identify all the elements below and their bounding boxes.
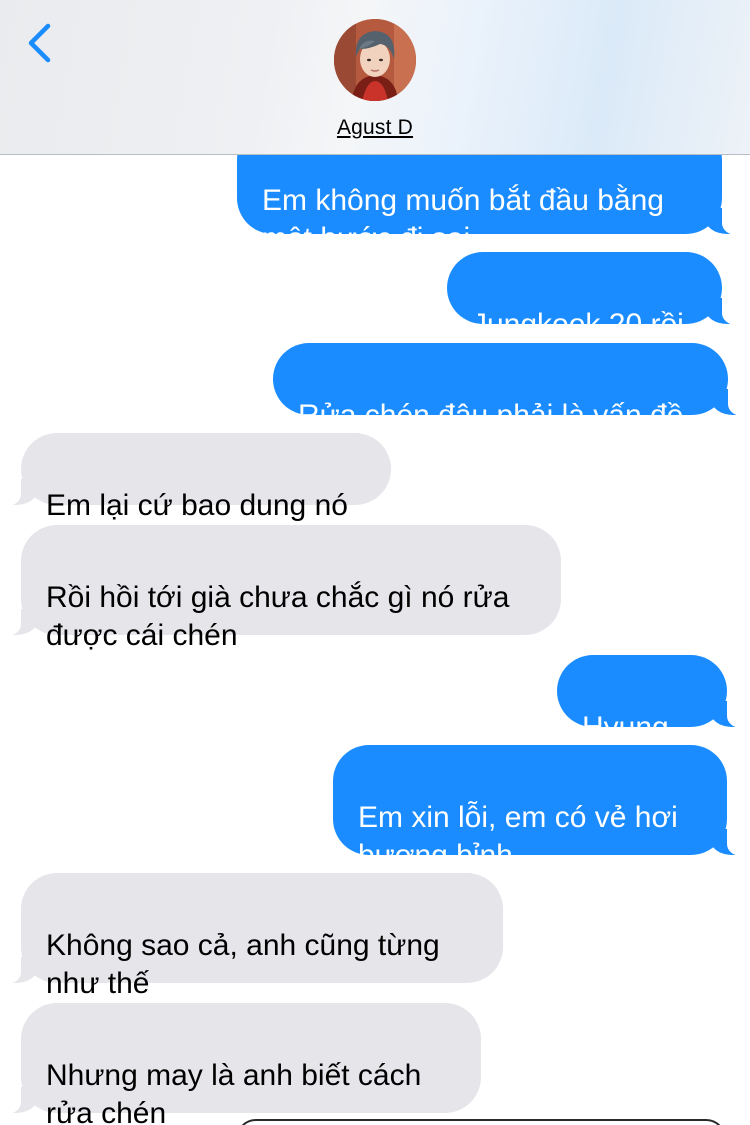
message-text: Jungkook 20 rồi — [472, 308, 684, 341]
message-bubble-outgoing[interactable]: Jungkook 20 rồi — [447, 252, 748, 341]
message-bubble-outgoing[interactable]: Em xin lỗi, em có vẻ hơi bương bỉnh — [333, 745, 750, 872]
contact-avatar-photo — [334, 19, 416, 101]
message-bubble-incoming[interactable]: Nhưng may là anh biết cách rửa chén — [0, 1003, 481, 1125]
message-text: Hyung... — [582, 711, 694, 744]
chevron-left-icon — [28, 23, 51, 63]
back-button[interactable] — [18, 18, 68, 74]
message-bubble-incoming[interactable]: Rồi hồi tới già chưa chắc gì nó rửa được… — [0, 525, 561, 652]
message-text: Em xin lỗi, em có vẻ hơi bương bỉnh — [358, 801, 678, 872]
message-text: Em không muốn bắt đầu bằng một bước đi s… — [262, 184, 664, 255]
message-list[interactable]: Em không muốn bắt đầu bằng một bước đi s… — [0, 0, 750, 1125]
message-text: Rồi hồi tới già chưa chắc gì nó rửa được… — [46, 581, 510, 652]
message-bubble-incoming[interactable]: Em lại cứ bao dung nó — [0, 433, 391, 522]
message-bubble-outgoing[interactable]: Rửa chén đâu phải là vấn đề — [273, 343, 750, 432]
message-text: Nhưng may là anh biết cách rửa chén — [46, 1059, 422, 1125]
message-bubble-incoming[interactable]: Không sao cả, anh cũng từng như thế — [0, 873, 503, 1000]
message-bubble-outgoing[interactable]: Hyung... — [557, 655, 750, 744]
contact-name[interactable]: Agust D — [0, 116, 750, 140]
message-input-edge[interactable] — [236, 1119, 726, 1125]
message-text: Rửa chén đâu phải là vấn đề — [298, 399, 684, 432]
conversation-header: Agust D — [0, 0, 750, 155]
message-text: Em lại cứ bao dung nó — [46, 489, 348, 522]
avatar[interactable] — [334, 19, 416, 101]
message-text: Không sao cả, anh cũng từng như thế — [46, 929, 440, 1000]
